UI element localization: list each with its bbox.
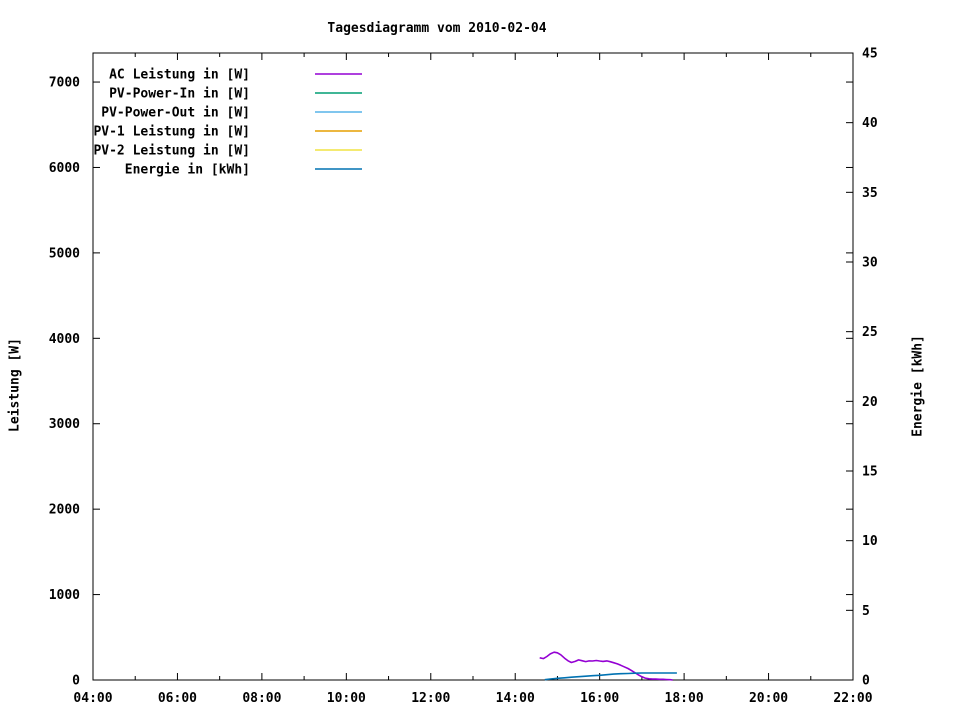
y-left-tick-label: 6000 xyxy=(49,161,80,176)
y-left-tick-label: 1000 xyxy=(49,588,80,603)
y-right-tick-label: 15 xyxy=(862,465,878,480)
y-right-tick-label: 45 xyxy=(862,47,878,62)
legend-label-pv1-leistung: PV-1 Leistung in [W] xyxy=(93,125,250,140)
y-right-tick-label: 5 xyxy=(862,604,870,619)
y-left-tick-label: 7000 xyxy=(49,76,80,91)
y-left-tick-label: 0 xyxy=(72,674,80,689)
y-right-tick-label: 30 xyxy=(862,256,878,271)
tagesdiagramm-chart: Tagesdiagramm vom 2010-02-04 Leistung [W… xyxy=(0,0,960,720)
legend-label-pv-power-in: PV-Power-In in [W] xyxy=(109,87,250,102)
x-tick-label: 04:00 xyxy=(73,691,112,706)
x-tick-label: 16:00 xyxy=(580,691,619,706)
x-tick-label: 22:00 xyxy=(833,691,872,706)
y-left-tick-label: 5000 xyxy=(49,246,80,261)
y-left-tick-label: 4000 xyxy=(49,332,80,347)
y-right-tick-label: 0 xyxy=(862,674,870,689)
plot-canvas: 04:00 06:00 08:00 10:00 12:00 14:00 16:00 18:00… xyxy=(0,0,960,720)
y-left-tick-label: 2000 xyxy=(49,503,80,518)
x-tick-label: 06:00 xyxy=(158,691,197,706)
y-right-tick-label: 40 xyxy=(862,116,878,131)
x-tick-label: 08:00 xyxy=(242,691,281,706)
legend-label-pv2-leistung: PV-2 Leistung in [W] xyxy=(93,144,250,159)
legend-label-pv-power-out: PV-Power-Out in [W] xyxy=(101,106,250,121)
x-tick-label: 12:00 xyxy=(411,691,450,706)
y-right-tick-label: 25 xyxy=(862,325,878,340)
x-tick-label: 20:00 xyxy=(749,691,788,706)
x-tick-label: 14:00 xyxy=(496,691,535,706)
legend-label-ac-leistung: AC Leistung in [W] xyxy=(109,68,250,83)
x-tick-label: 10:00 xyxy=(327,691,366,706)
y-right-tick-label: 20 xyxy=(862,395,878,410)
y-right-tick-label: 10 xyxy=(862,534,878,549)
series-line-ac-leistung xyxy=(540,652,673,680)
y-left-tick-label: 3000 xyxy=(49,417,80,432)
legend-label-energie: Energie in [kWh] xyxy=(125,163,250,178)
y-right-tick-label: 35 xyxy=(862,186,878,201)
x-tick-label: 18:00 xyxy=(665,691,704,706)
